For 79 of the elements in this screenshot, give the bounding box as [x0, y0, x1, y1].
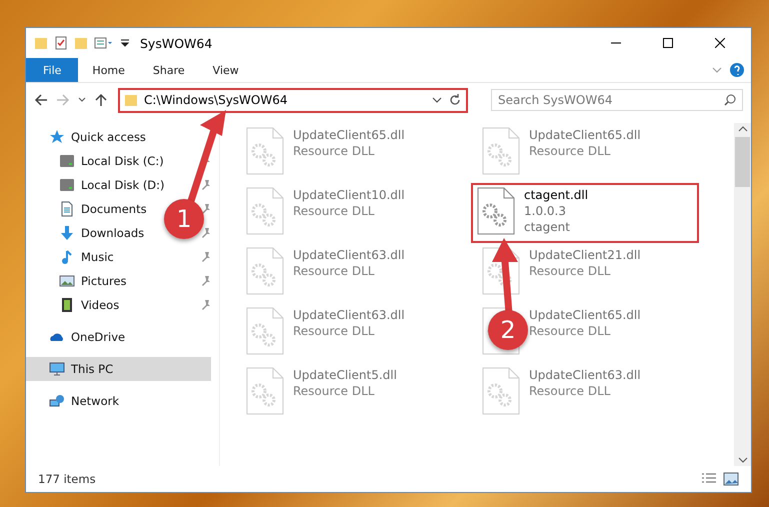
dropdown-icon[interactable] [120, 38, 130, 48]
dll-file-icon [245, 187, 285, 235]
dll-file-icon [245, 247, 285, 295]
file-detail: Resource DLL [529, 323, 612, 339]
back-button[interactable] [34, 93, 48, 107]
nav-item[interactable]: Downloads [26, 221, 148, 245]
window-title: SysWOW64 [140, 36, 212, 50]
file-item[interactable]: ctagent.dll 1.0.0.3 ctagent [471, 183, 699, 243]
maximize-icon [663, 38, 673, 48]
address-bar[interactable]: C:\Windows\SysWOW64 [118, 88, 468, 112]
file-name: UpdateClient63.dll [293, 307, 405, 323]
file-detail: Resource DLL [293, 383, 376, 399]
file-detail: Resource DLL [293, 323, 376, 339]
pin-icon[interactable] [201, 300, 211, 310]
file-name: ctagent.dll [524, 187, 588, 203]
pin-icon[interactable] [201, 204, 211, 214]
item-count: 177 items [38, 472, 96, 486]
nav-item[interactable]: This PC [26, 357, 211, 381]
file-detail: ctagent [524, 219, 571, 235]
nav-item[interactable]: Music [26, 245, 118, 269]
document-icon [59, 201, 75, 217]
scrollbar[interactable] [734, 123, 751, 466]
folder-icon [124, 93, 138, 107]
file-name: UpdateClient65.dll [293, 127, 405, 143]
picture-icon [59, 273, 75, 289]
up-button[interactable] [94, 93, 108, 107]
nav-item[interactable]: Videos [26, 293, 124, 317]
file-detail: Resource DLL [293, 203, 376, 219]
recent-button[interactable] [78, 96, 86, 104]
ribbon-tab[interactable]: View [198, 58, 253, 82]
file-detail: Resource DLL [293, 143, 376, 159]
file-name: UpdateClient10.dll [293, 187, 405, 203]
pin-icon[interactable] [201, 228, 211, 238]
scroll-thumb[interactable] [735, 137, 750, 187]
nav-item[interactable]: Pictures [26, 269, 131, 293]
file-name: UpdateClient63.dll [529, 367, 641, 383]
file-detail: 1.0.0.3 [524, 203, 567, 219]
file-detail: Resource DLL [293, 263, 376, 279]
ribbon-tab[interactable]: File [26, 58, 78, 82]
nav-item[interactable]: Quick access [26, 125, 150, 149]
file-detail: Resource DLL [529, 383, 612, 399]
large-icons-view-icon[interactable] [723, 472, 739, 486]
chevron-down-icon[interactable] [432, 95, 442, 105]
film-icon [59, 297, 75, 313]
close-icon [715, 38, 725, 48]
dll-file-icon [481, 367, 521, 415]
dll-file-icon [245, 127, 285, 175]
pin-icon[interactable] [201, 276, 211, 286]
nav-item[interactable]: OneDrive [26, 325, 130, 349]
refresh-icon[interactable] [448, 93, 462, 107]
dll-file-icon [476, 187, 516, 235]
file-name: UpdateClient5.dll [293, 367, 397, 383]
file-detail: Resource DLL [529, 263, 612, 279]
drive-icon [59, 153, 75, 169]
file-name: UpdateClient21.dll [529, 247, 641, 263]
search-icon [724, 94, 736, 106]
file-name: UpdateClient65.dll [529, 307, 641, 323]
star-icon [49, 129, 65, 145]
nav-item[interactable]: Local Disk (C:) [26, 149, 168, 173]
nav-item[interactable]: Network [26, 389, 124, 413]
file-name: UpdateClient65.dll [529, 127, 641, 143]
ribbon-tab[interactable]: Share [138, 58, 199, 82]
dll-file-icon [245, 367, 285, 415]
checklist-icon[interactable] [54, 36, 68, 50]
nav-item[interactable]: Local Disk (D:) [26, 173, 169, 197]
ribbon-tab[interactable]: Home [78, 58, 139, 82]
properties-icon[interactable] [94, 36, 114, 50]
file-name: UpdateClient63.dll [293, 247, 405, 263]
monitor-icon [49, 361, 65, 377]
network-icon [49, 393, 65, 409]
file-detail: Resource DLL [529, 143, 612, 159]
down-arrow-icon [59, 225, 75, 241]
drive-icon [59, 177, 75, 193]
dll-file-icon [245, 307, 285, 355]
search-field[interactable]: Search SysWOW64 [491, 89, 743, 111]
dll-file-icon [481, 127, 521, 175]
pin-icon[interactable] [201, 252, 211, 262]
nav-item[interactable]: Documents [26, 197, 151, 221]
pin-icon[interactable] [201, 180, 211, 190]
